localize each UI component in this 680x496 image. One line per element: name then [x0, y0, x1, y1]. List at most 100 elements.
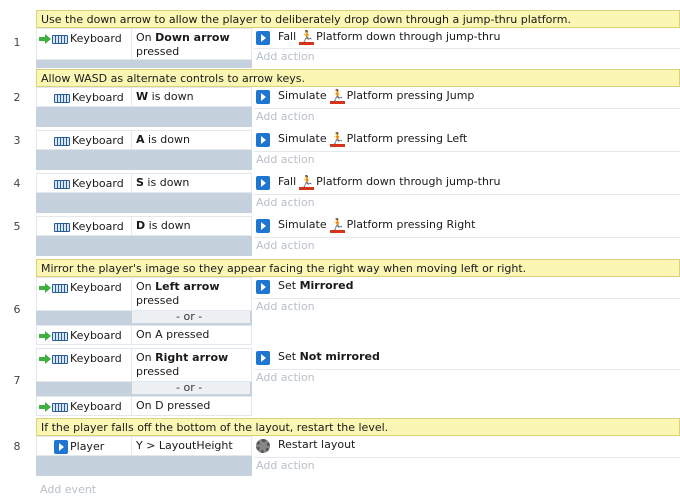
keyboard-icon: [52, 402, 68, 412]
condition-row[interactable]: Keyboard A is down: [36, 130, 252, 150]
comment-row[interactable]: If the player falls off the bottom of th…: [36, 418, 680, 436]
comment-text: Allow WASD as alternate controls to arro…: [41, 72, 306, 85]
event-number: 5: [13, 220, 21, 233]
event-number: 8: [13, 440, 21, 453]
trigger-icon: [39, 283, 51, 293]
platform-behavior-icon: [329, 130, 345, 148]
add-event-link[interactable]: Add event: [40, 483, 96, 496]
condition-row[interactable]: Keyboard D is down: [36, 216, 252, 236]
add-action-link[interactable]: Add action: [256, 195, 315, 211]
condition-object: Player: [70, 440, 105, 453]
action-row[interactable]: Set Not mirrored: [254, 348, 680, 368]
add-action-link[interactable]: Add action: [256, 370, 315, 386]
condition-object: Keyboard: [70, 281, 122, 294]
condition-text: A is down: [136, 133, 190, 146]
trigger-icon: [39, 354, 51, 364]
condition-row[interactable]: Keyboard On Down arrow pressed: [36, 28, 252, 60]
column-divider: [131, 131, 132, 149]
action-row[interactable]: SimulatePlatform pressing Left: [254, 130, 680, 150]
condition-text: On A pressed: [136, 328, 210, 341]
add-action-link[interactable]: Add action: [256, 299, 315, 315]
platform-object-icon: [256, 133, 270, 147]
comment-text: Mirror the player's image so they appear…: [41, 262, 527, 275]
condition-object: Keyboard: [72, 220, 124, 233]
action-row[interactable]: Restart layout: [254, 436, 680, 456]
keyboard-icon: [52, 34, 68, 44]
keyboard-icon: [52, 331, 68, 341]
actions-block: SimulatePlatform pressing Left Add actio…: [254, 130, 680, 170]
keyboard-icon: [52, 283, 68, 293]
action-row[interactable]: FallPlatform down through jump-thru: [254, 173, 680, 193]
player-object-icon: [256, 280, 270, 294]
column-divider: [131, 29, 132, 59]
action-row[interactable]: Set Mirrored: [254, 277, 680, 297]
condition-object: Keyboard: [72, 91, 124, 104]
or-separator: - or -: [132, 311, 250, 323]
condition-row[interactable]: Keyboard On Left arrow pressed: [36, 277, 252, 311]
trigger-icon: [39, 402, 51, 412]
conditions-block[interactable]: Keyboard D is down: [36, 216, 252, 256]
condition-text: On D pressed: [136, 399, 211, 412]
add-action-link[interactable]: Add action: [256, 152, 315, 168]
conditions-block[interactable]: Keyboard On Right arrow pressed - or - Ke…: [36, 348, 252, 416]
keyboard-icon: [54, 136, 70, 146]
condition-row[interactable]: Keyboard On D pressed: [36, 396, 252, 416]
action-row[interactable]: SimulatePlatform pressing Right: [254, 216, 680, 236]
column-divider: [131, 278, 132, 310]
conditions-block[interactable]: Keyboard S is down: [36, 173, 252, 213]
condition-text: W is down: [136, 90, 194, 103]
action-row[interactable]: SimulatePlatform pressing Jump: [254, 87, 680, 107]
column-divider: [131, 349, 132, 381]
actions-block: Set Not mirrored Add action: [254, 348, 680, 416]
event-sheet: Use the down arrow to allow the player t…: [0, 0, 680, 496]
column-divider: [131, 217, 132, 235]
add-action-link[interactable]: Add action: [256, 238, 315, 254]
or-separator: - or -: [132, 382, 250, 394]
comment-row[interactable]: Allow WASD as alternate controls to arro…: [36, 69, 680, 87]
condition-row[interactable]: Player Y > LayoutHeight: [36, 436, 252, 456]
conditions-block[interactable]: Player Y > LayoutHeight: [36, 436, 252, 476]
conditions-block[interactable]: Keyboard W is down: [36, 87, 252, 127]
comment-text: Use the down arrow to allow the player t…: [41, 13, 571, 26]
platform-behavior-icon: [329, 216, 345, 234]
platform-object-icon: [256, 219, 270, 233]
keyboard-icon: [52, 354, 68, 364]
condition-object: Keyboard: [70, 329, 122, 342]
comment-row[interactable]: Use the down arrow to allow the player t…: [36, 10, 680, 28]
platform-behavior-icon: [299, 173, 315, 191]
event-number: 2: [13, 91, 21, 104]
actions-block: Restart layout Add action: [254, 436, 680, 476]
condition-object: Keyboard: [70, 32, 122, 45]
platform-object-icon: [256, 90, 270, 104]
platform-object-icon: [256, 31, 270, 45]
column-divider: [131, 326, 132, 344]
conditions-block[interactable]: Keyboard On Left arrow pressed - or - Key…: [36, 277, 252, 345]
condition-row[interactable]: Keyboard On A pressed: [36, 325, 252, 345]
add-action-link[interactable]: Add action: [256, 458, 315, 474]
conditions-block[interactable]: Keyboard A is down: [36, 130, 252, 170]
event-number: 7: [13, 374, 21, 387]
condition-row[interactable]: Keyboard S is down: [36, 173, 252, 193]
condition-row[interactable]: Keyboard On Right arrow pressed: [36, 348, 252, 382]
condition-row[interactable]: Keyboard W is down: [36, 87, 252, 107]
conditions-block[interactable]: Keyboard On Down arrow pressed: [36, 28, 252, 68]
comment-row[interactable]: Mirror the player's image so they appear…: [36, 259, 680, 277]
column-divider: [131, 88, 132, 106]
trigger-icon: [39, 34, 51, 44]
column-divider: [131, 437, 132, 455]
add-action-link[interactable]: Add action: [256, 109, 315, 125]
condition-text: On Right arrow pressed: [136, 351, 229, 378]
event-number: 3: [13, 134, 21, 147]
platform-behavior-icon: [299, 28, 315, 46]
keyboard-icon: [54, 93, 70, 103]
keyboard-icon: [54, 222, 70, 232]
event-number: 4: [13, 177, 21, 190]
condition-object: Keyboard: [72, 134, 124, 147]
comment-text: If the player falls off the bottom of th…: [41, 421, 389, 434]
condition-text: On Left arrow pressed: [136, 280, 220, 307]
action-row[interactable]: FallPlatform down through jump-thru: [254, 28, 680, 48]
add-action-link[interactable]: Add action: [256, 49, 315, 65]
condition-text: On Down arrow pressed: [136, 31, 230, 58]
player-object-icon: [256, 351, 270, 365]
column-divider: [131, 174, 132, 192]
